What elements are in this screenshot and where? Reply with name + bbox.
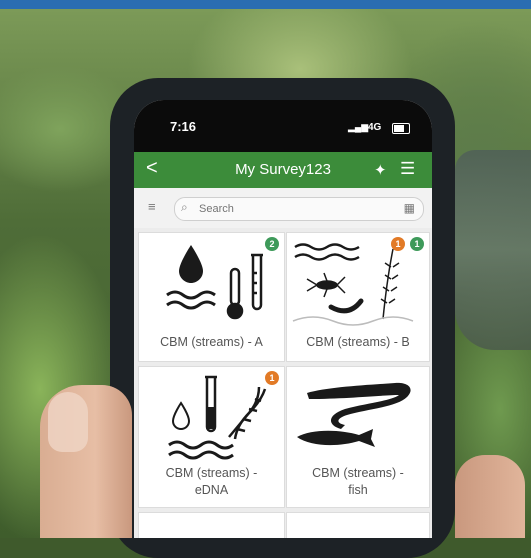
signal-icon: ▂▄▆ — [348, 122, 369, 132]
gravel-line — [292, 316, 414, 326]
test-tube-icon — [251, 253, 263, 311]
waves-icon — [168, 440, 234, 460]
search-box[interactable]: ⌕ ▦ — [174, 197, 424, 221]
network-label: 4G — [368, 122, 382, 133]
app-bar: < My Survey123 ✦ ☰ — [134, 152, 432, 188]
survey-card-a-badge: 2 — [265, 237, 279, 251]
survey-card-b-badge-orange: 1 — [391, 237, 405, 251]
survey-card-a-label: CBM (streams) - A — [160, 335, 263, 349]
aquatic-plant-icon — [380, 248, 400, 320]
survey-card-edna-badge: 1 — [265, 371, 279, 385]
menu-icon[interactable]: ☰ — [400, 159, 415, 179]
top-edge-bar — [0, 0, 531, 9]
worm-icon — [328, 298, 364, 314]
search-row: ≡ ⌕ ▦ — [134, 188, 432, 228]
status-bar: 7:16 ▂▄▆ 4G — [134, 100, 432, 152]
card-b-illustration — [292, 243, 414, 326]
survey-card-fish-label: CBM (streams) - fish — [312, 466, 404, 497]
survey-card-edna[interactable]: CBM (streams) - eDNA 1 — [138, 366, 285, 508]
test-tube-icon — [205, 375, 217, 433]
card-edna-illustration — [168, 375, 267, 460]
battery-icon — [392, 123, 410, 134]
thermometer-icon — [226, 267, 244, 320]
phone-screen: 7:16 ▂▄▆ 4G < My Survey123 ✦ ☰ ≡ ⌕ ▦ — [134, 100, 432, 538]
survey-card-b-label: CBM (streams) - B — [306, 335, 410, 349]
gps-icon[interactable]: ✦ — [374, 161, 387, 179]
survey-card-b[interactable]: CBM (streams) - B 1 1 — [286, 232, 430, 362]
sort-icon[interactable]: ≡ — [148, 199, 156, 214]
right-finger — [455, 455, 525, 538]
eel-icon — [307, 382, 411, 429]
card-a-illustration — [166, 245, 263, 320]
survey-card-b-badge-green: 1 — [410, 237, 424, 251]
card-fish-illustration — [297, 382, 411, 447]
waves-icon — [166, 290, 216, 310]
page-title: My Survey123 — [235, 161, 331, 178]
survey-card-a[interactable]: CBM (streams) - A 2 — [138, 232, 285, 362]
insect-icon — [306, 272, 346, 298]
water-drop-icon — [171, 401, 191, 431]
dna-icon — [228, 386, 267, 440]
waves-icon — [294, 243, 360, 261]
qr-scan-icon[interactable]: ▦ — [404, 201, 415, 215]
search-input[interactable] — [197, 200, 381, 218]
survey-card-partial-right[interactable] — [286, 512, 430, 538]
fish-icon — [297, 429, 375, 447]
search-icon: ⌕ — [181, 200, 188, 214]
survey-card-partial-left[interactable] — [138, 512, 285, 538]
stream-background — [455, 150, 531, 350]
survey-card-fish[interactable]: CBM (streams) - fish — [286, 366, 430, 508]
status-time: 7:16 — [170, 119, 197, 134]
survey-card-edna-label: CBM (streams) - eDNA — [165, 466, 258, 497]
water-drop-icon — [179, 245, 203, 283]
thumb-nail — [48, 392, 88, 452]
